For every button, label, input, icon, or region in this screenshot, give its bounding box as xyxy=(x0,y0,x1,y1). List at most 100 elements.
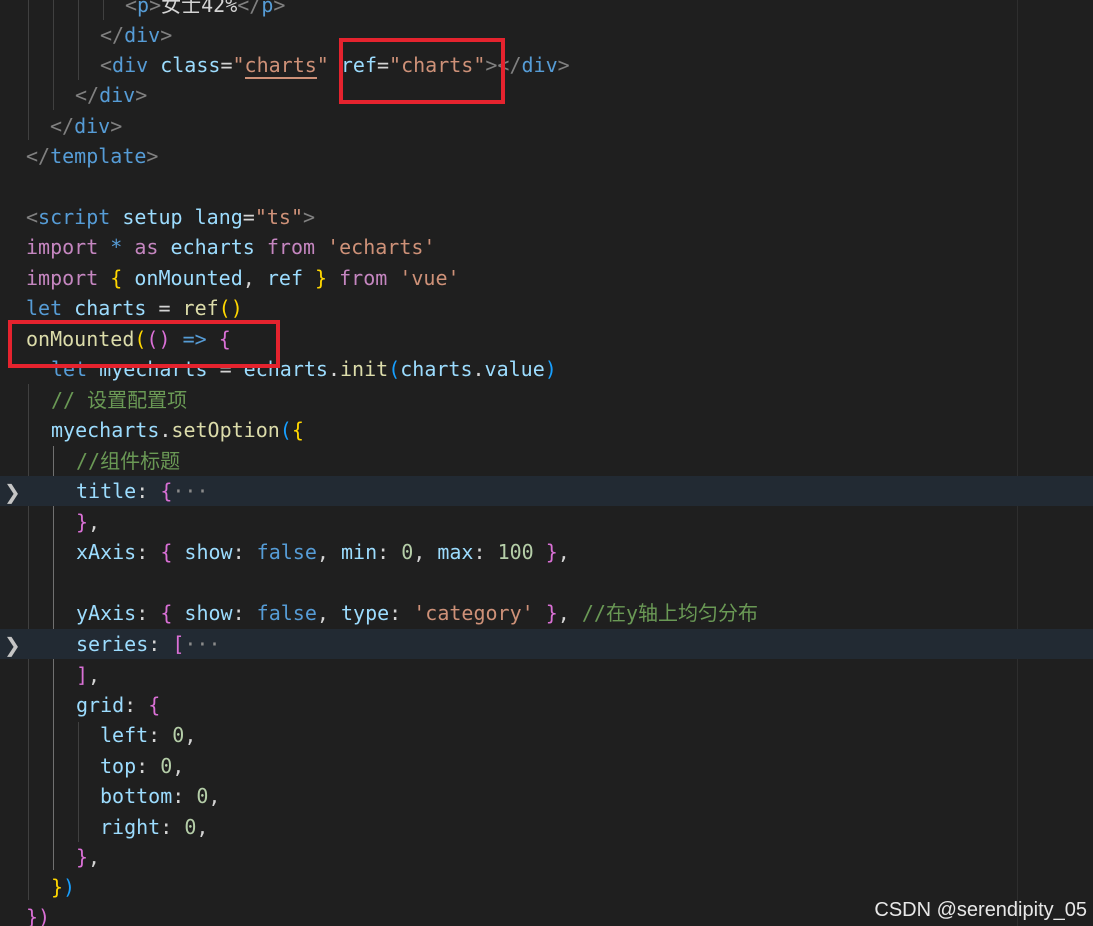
code-token: > xyxy=(273,0,286,17)
code-line[interactable]: let charts = ref() xyxy=(0,293,1093,323)
code-token: { xyxy=(148,693,161,717)
code-token: : xyxy=(160,815,185,839)
code-token: bottom xyxy=(100,784,173,808)
code-line[interactable]: ], xyxy=(0,660,1093,690)
code-line[interactable]: </div> xyxy=(0,111,1093,141)
code-line[interactable]: }, xyxy=(0,507,1093,537)
code-token: : xyxy=(232,540,257,564)
code-token: p xyxy=(137,0,150,17)
code-token: title xyxy=(76,479,137,503)
code-line[interactable]: // 设置配置项 xyxy=(0,385,1093,415)
code-line[interactable]: }) xyxy=(0,872,1093,902)
code-token: import xyxy=(26,266,99,290)
code-token: . xyxy=(472,357,485,381)
code-line[interactable]: xAxis: { show: false, min: 0, max: 100 }… xyxy=(0,537,1093,567)
code-line[interactable]: <p>女士42%</p> xyxy=(0,0,1093,20)
code-token: : xyxy=(377,540,402,564)
code-token: , xyxy=(196,815,209,839)
code-line[interactable]: </div> xyxy=(0,20,1093,50)
code-token: div xyxy=(112,53,149,77)
code-line[interactable]: </div> xyxy=(0,80,1093,110)
code-token: 'category' xyxy=(413,601,534,625)
code-token: left xyxy=(100,723,149,747)
code-token: . xyxy=(327,357,341,381)
watermark-text: CSDN @serendipity_05 xyxy=(874,899,1087,921)
code-token: , xyxy=(242,266,267,290)
code-token: init xyxy=(340,357,389,381)
code-line-content: let charts = ref() xyxy=(26,293,243,323)
code-line[interactable]: </template> xyxy=(0,141,1093,171)
code-token: . xyxy=(159,418,172,442)
code-token: charts xyxy=(74,296,147,320)
code-token: < xyxy=(26,205,39,229)
code-line[interactable]: <script setup lang="ts"> xyxy=(0,202,1093,232)
code-line-content: bottom: 0, xyxy=(100,781,220,811)
code-token: xAxis xyxy=(76,540,137,564)
code-token: false xyxy=(256,540,317,564)
code-token: min xyxy=(340,540,378,564)
code-line[interactable]: left: 0, xyxy=(0,720,1093,750)
code-line[interactable]: top: 0, xyxy=(0,751,1093,781)
code-token: </ xyxy=(26,144,51,168)
code-token: }) xyxy=(26,905,51,926)
code-editor[interactable]: <p>女士42%</p> </div> <div class="charts" re… xyxy=(0,0,1093,926)
code-token: ( xyxy=(279,418,292,442)
code-line[interactable]: import * as echarts from 'echarts' xyxy=(0,232,1093,262)
code-line[interactable]: myecharts.setOption({ xyxy=(0,415,1093,445)
code-token: > xyxy=(135,83,148,107)
code-line[interactable]: import { onMounted, ref } from 'vue' xyxy=(0,263,1093,293)
code-token: = xyxy=(242,205,255,229)
code-line[interactable]: <div class="charts" ref="charts"></div> xyxy=(0,50,1093,80)
fold-chevron-right-icon[interactable]: ❯ xyxy=(4,477,21,507)
code-token: value xyxy=(484,357,545,381)
code-token: import xyxy=(26,235,99,259)
code-token: ) xyxy=(544,357,557,381)
code-token: grid xyxy=(76,693,125,717)
code-token: : xyxy=(136,754,161,778)
code-line[interactable]: series: [··· xyxy=(0,629,1093,659)
code-token: : xyxy=(172,784,197,808)
code-line-content: }, xyxy=(76,842,100,872)
fold-chevron-right-icon[interactable]: ❯ xyxy=(4,630,21,660)
code-token: from xyxy=(266,235,316,259)
code-token: </ xyxy=(100,23,125,47)
code-token: } xyxy=(51,875,64,899)
code-line-content: </div> xyxy=(75,80,147,110)
code-line[interactable]: bottom: 0, xyxy=(0,781,1093,811)
code-token: type xyxy=(340,601,390,625)
code-line[interactable]: //组件标题 xyxy=(0,446,1093,476)
code-token: ] xyxy=(76,663,89,687)
code-token: 0 xyxy=(401,540,414,564)
code-token: , xyxy=(184,723,197,747)
code-token: series xyxy=(76,632,149,656)
code-line[interactable]: grid: { xyxy=(0,690,1093,720)
code-line-content: //组件标题 xyxy=(76,446,180,476)
code-line[interactable]: right: 0, xyxy=(0,812,1093,842)
annotation-box-onmounted xyxy=(8,320,280,368)
code-token: div xyxy=(124,23,161,47)
code-token: div xyxy=(521,53,558,77)
code-line-content: }) xyxy=(51,872,75,902)
code-line[interactable]: }, xyxy=(0,842,1093,872)
code-token: </ xyxy=(237,0,262,17)
code-line[interactable]: title: {··· xyxy=(0,476,1093,506)
code-token: " xyxy=(316,53,329,77)
code-line[interactable] xyxy=(0,568,1093,598)
code-token: " xyxy=(232,53,245,77)
code-token: right xyxy=(100,815,161,839)
code-token: p xyxy=(261,0,274,17)
code-token: : xyxy=(148,723,173,747)
code-token: let xyxy=(26,296,63,320)
code-token: : xyxy=(124,693,149,717)
code-token: { xyxy=(160,540,173,564)
code-line-content: top: 0, xyxy=(100,751,184,781)
code-token: 0 xyxy=(160,754,173,778)
code-token: > xyxy=(149,0,162,17)
code-line[interactable] xyxy=(0,172,1093,202)
code-line[interactable]: yAxis: { show: false, type: 'category' }… xyxy=(0,598,1093,628)
